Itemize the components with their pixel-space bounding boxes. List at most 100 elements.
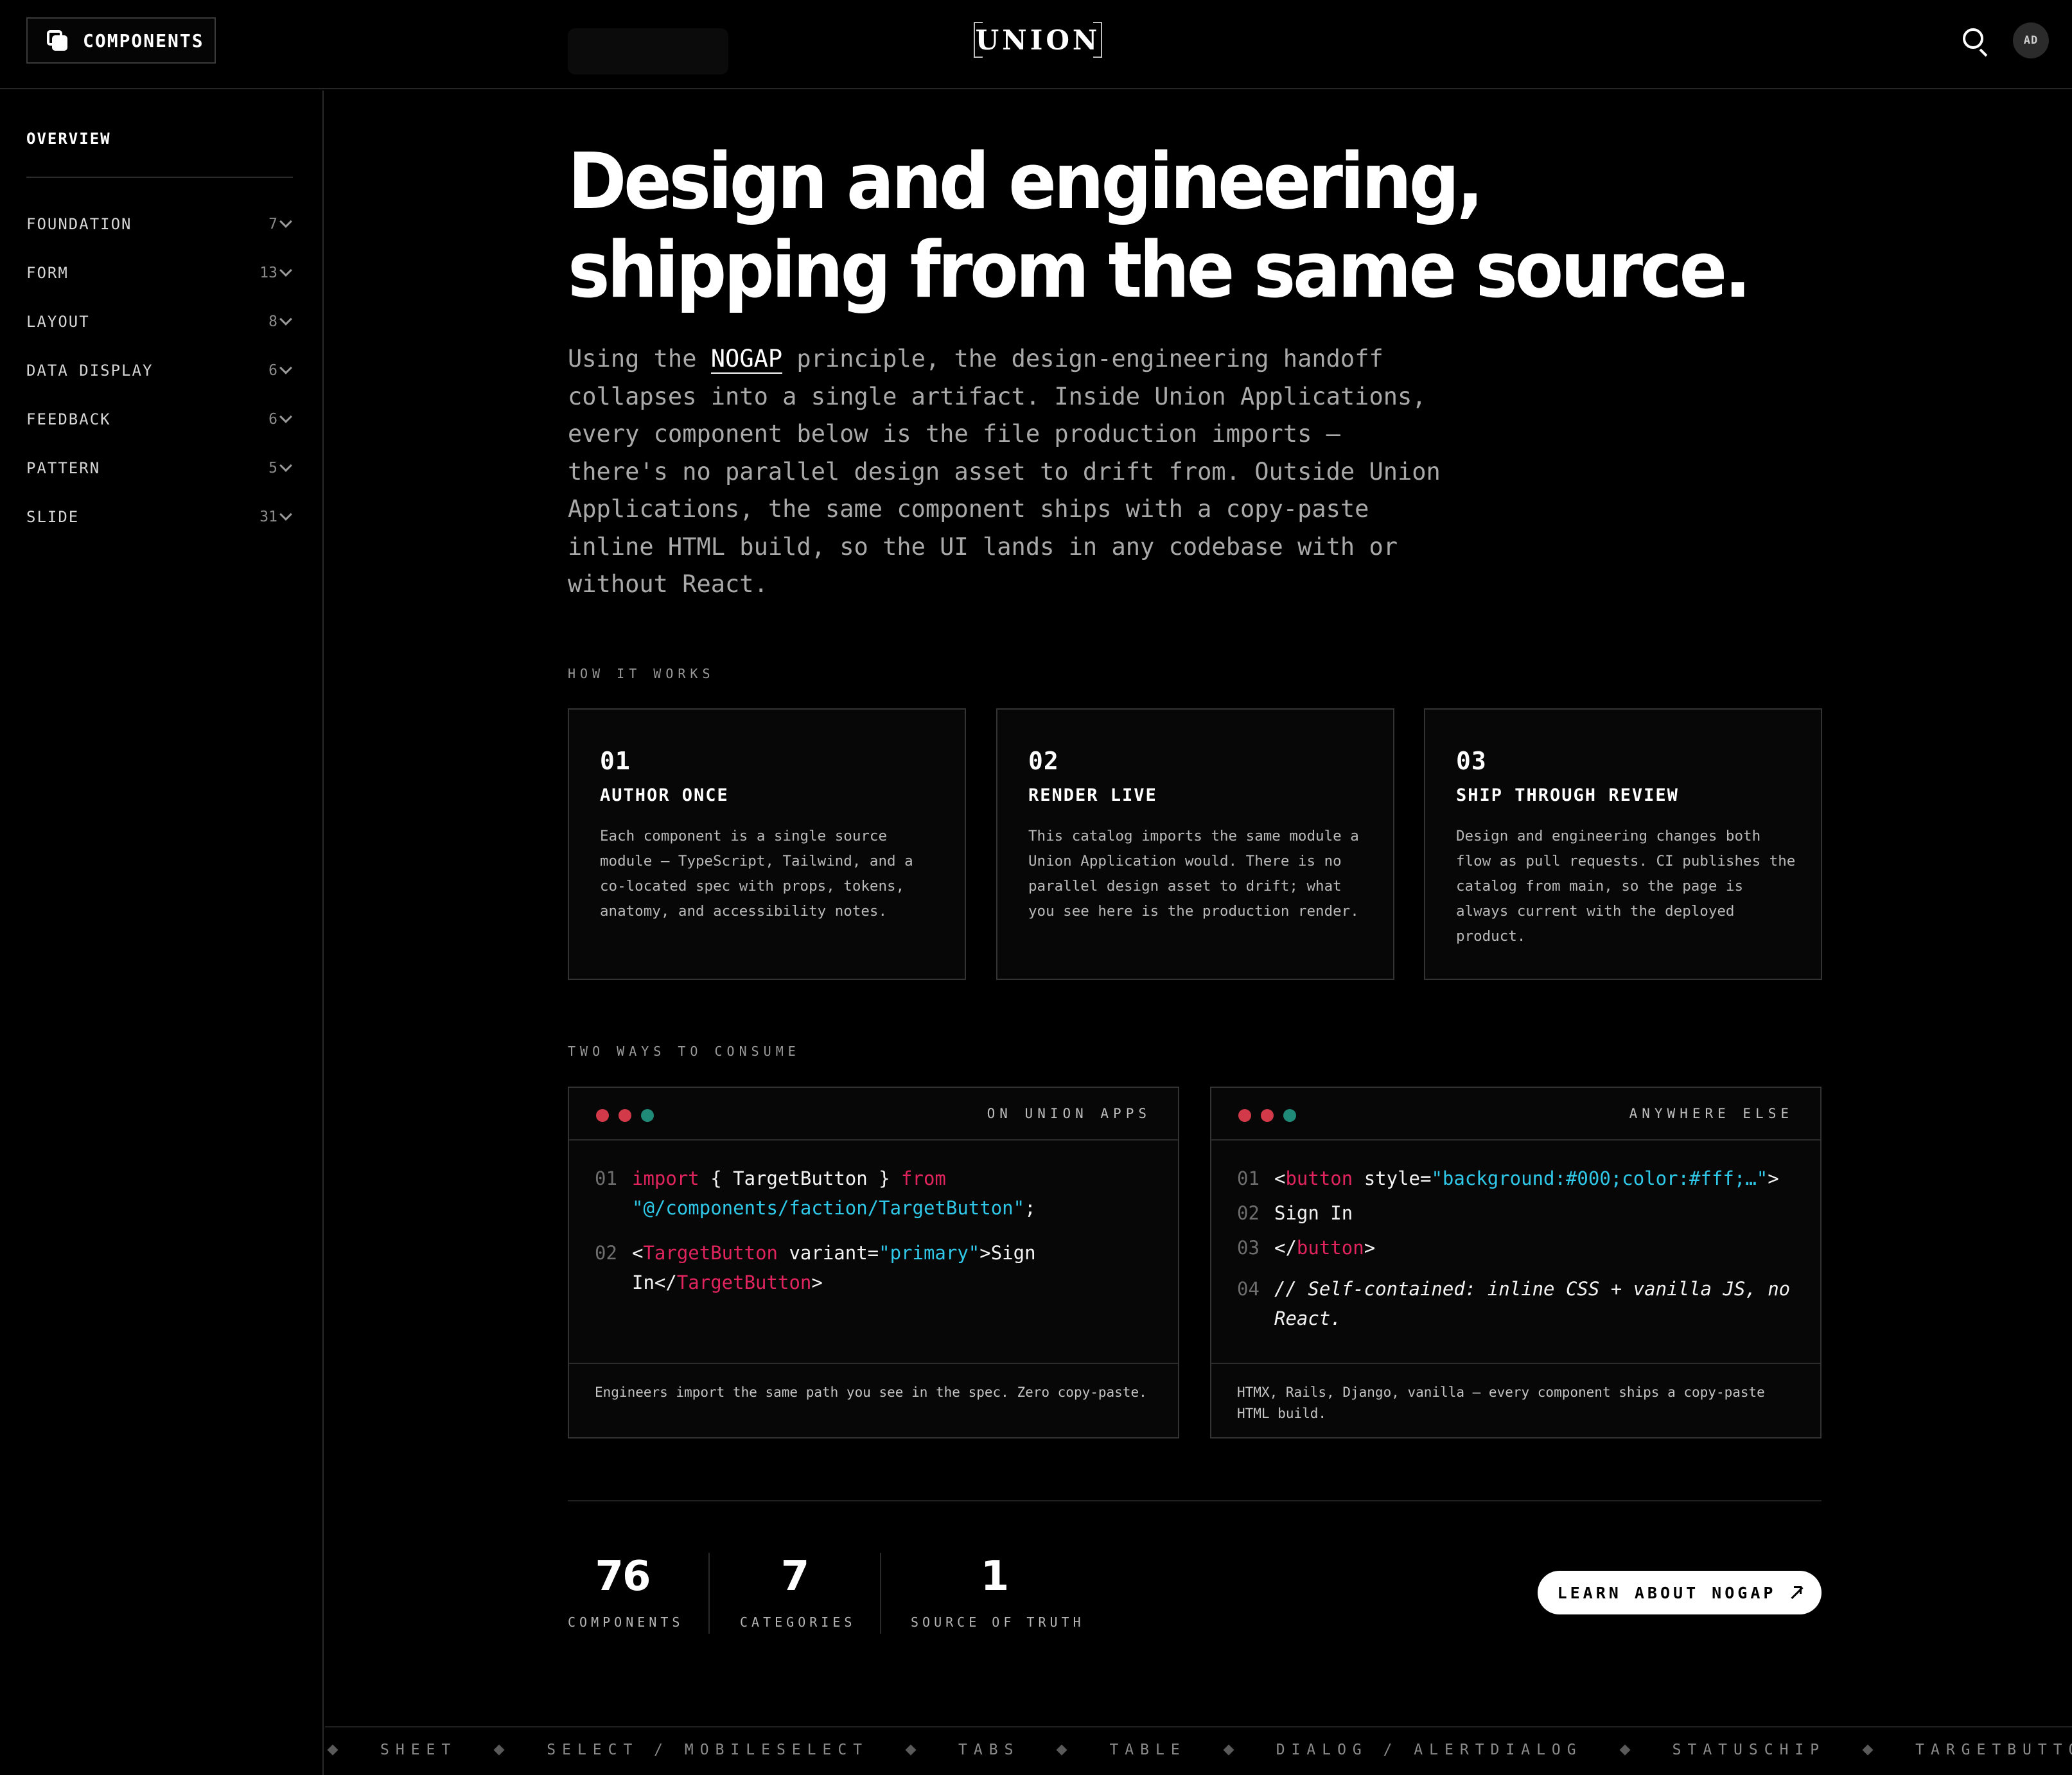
diamond-icon [905,1744,917,1756]
stat-value: 1 [980,1553,1010,1600]
diamond-icon [1223,1744,1234,1756]
two-ways-label: TWO WAYS TO CONSUME [568,1044,800,1059]
arrow-up-right-icon [1789,1586,1804,1600]
code-line: 01 <button style="background:#000;color:… [1237,1164,1802,1193]
code-attr: style= [1353,1167,1432,1189]
code-panel-caption: Engineers import the same path you see i… [569,1363,1178,1437]
stat-components: 76 COMPONENTS [568,1553,684,1634]
code-text: > [1364,1237,1376,1259]
intro-paragraph: Using the NOGAP principle, the design-en… [568,340,1454,604]
line-number: 02 [1237,1202,1260,1224]
code-text: </ [1274,1237,1297,1259]
code-panel-titlebar: ANYWHERE ELSE [1211,1088,1820,1141]
step-number: 01 [600,747,631,775]
code-tag: TargetButton [643,1242,778,1264]
code-line: 01 import { TargetButton } from "@/compo… [595,1164,1160,1223]
how-it-works-label: HOW IT WORKS [568,666,715,681]
line-number: 02 [595,1242,617,1264]
line-number: 01 [595,1167,617,1189]
diamond-icon [327,1744,338,1756]
code-comment: // Self-contained: inline CSS + vanilla … [1274,1278,1802,1329]
stat-divider [708,1553,710,1634]
code-panel-tag: ON UNION APPS [987,1106,1151,1121]
code-panel-titlebar: ON UNION APPS [569,1088,1178,1141]
page-title: Design and engineering, shipping from th… [568,137,1752,315]
intro-text-after: principle, the design-engineering handof… [568,345,1441,598]
page-title-line-2: shipping from the same source. [568,226,1752,315]
stat-value: 7 [780,1553,810,1600]
step-description: Design and engineering changes both flow… [1456,828,1796,945]
window-dot-icon [596,1109,609,1122]
page-title-line-1: Design and engineering, [568,137,1484,227]
stat-label: SOURCE OF TRUTH [911,1614,1085,1630]
ticker-item[interactable]: SELECT / MOBILESELECT [547,1742,868,1758]
step-card-render: 02 RENDER LIVE This catalog imports the … [996,708,1394,980]
ticker-row: SHEET SELECT / MOBILESELECT TABS TABLE DIALO… [325,1742,2072,1758]
diamond-icon [1056,1744,1067,1756]
step-description: Each component is a single source module… [600,828,913,920]
code-tag: button [1285,1167,1353,1189]
ticker-item[interactable]: TARGETBUTTON [1915,1742,2072,1758]
code-text: Sign In [1274,1202,1353,1224]
ticker-item[interactable]: TABS [958,1742,1019,1758]
window-dot-icon [1238,1109,1251,1122]
code-keyword: from [901,1167,946,1189]
nogap-link[interactable]: NOGAP [710,345,783,374]
intro-text-before: Using the [568,345,711,372]
ticker-item[interactable]: STATUSCHIP [1673,1742,1825,1758]
step-title: RENDER LIVE [1028,785,1157,805]
step-description: This catalog imports the same module a U… [1028,828,1359,920]
code-line: 04 // Self-contained: inline CSS + vanil… [1237,1274,1802,1333]
diamond-icon [493,1744,505,1756]
step-title: AUTHOR ONCE [600,785,729,805]
code-text: > [1768,1167,1779,1189]
diamond-icon [1619,1744,1631,1756]
code-line: 02 <TargetButton variant="primary">Sign … [595,1238,1160,1297]
stat-label: CATEGORIES [740,1614,856,1630]
code-text: > [811,1272,823,1293]
line-number: 01 [1237,1167,1260,1189]
learn-about-nogap-button[interactable]: LEARN ABOUT NOGAP [1538,1571,1822,1614]
code-panel-caption: HTMX, Rails, Django, vanilla — every com… [1211,1363,1820,1437]
window-dot-icon [1283,1109,1296,1122]
window-dot-icon [641,1109,654,1122]
code-string: "background:#000;color:#fff;…" [1431,1167,1768,1189]
code-line: 03 </button> [1237,1233,1802,1263]
ticker-item[interactable]: SHEET [380,1742,457,1758]
code-text: < [632,1242,644,1264]
code-attr: variant= [777,1242,879,1264]
code-string: "@/components/faction/TargetButton" [632,1197,1025,1219]
code-panel-union-apps: ON UNION APPS 01 import { TargetButton }… [568,1087,1179,1438]
stat-source-of-truth: 1 SOURCE OF TRUTH [911,1553,1085,1634]
step-number: 02 [1028,747,1059,775]
code-panel-anywhere-else: ANYWHERE ELSE 01 <button style="backgrou… [1210,1087,1822,1438]
code-line: 02 Sign In [1237,1198,1802,1228]
step-card-ship: 03 SHIP THROUGH REVIEW Design and engine… [1424,708,1822,980]
ticker-item[interactable]: TABLE [1109,1742,1186,1758]
window-dot-icon [619,1109,631,1122]
component-ticker: SHEET SELECT / MOBILESELECT TABS TABLE DIALO… [325,1726,2072,1775]
line-number: 04 [1237,1278,1260,1300]
section-divider [568,1500,1822,1501]
step-title: SHIP THROUGH REVIEW [1456,785,1679,805]
code-string: "primary" [879,1242,980,1264]
window-dot-icon [1261,1109,1274,1122]
stat-value: 76 [595,1553,651,1600]
step-number: 03 [1456,747,1487,775]
stat-categories: 7 CATEGORIES [740,1553,856,1634]
stat-label: COMPONENTS [568,1614,684,1630]
cta-label: LEARN ABOUT NOGAP [1557,1583,1777,1602]
code-lines: 01 <button style="background:#000;color:… [1237,1164,1802,1338]
code-lines: 01 import { TargetButton } from "@/compo… [595,1164,1160,1313]
code-panel-tag: ANYWHERE ELSE [1629,1106,1793,1121]
code-text: { TargetButton } [699,1167,902,1189]
code-tag: button [1296,1237,1364,1259]
step-card-author: 01 AUTHOR ONCE Each component is a singl… [568,708,966,980]
diamond-icon [1862,1744,1874,1756]
code-text: ; [1024,1197,1036,1219]
code-text: < [1274,1167,1286,1189]
main-content: Design and engineering, shipping from th… [0,0,2072,1775]
ticker-item[interactable]: DIALOG / ALERTDIALOG [1276,1742,1583,1758]
code-keyword: import [632,1167,699,1189]
line-number: 03 [1237,1237,1260,1259]
